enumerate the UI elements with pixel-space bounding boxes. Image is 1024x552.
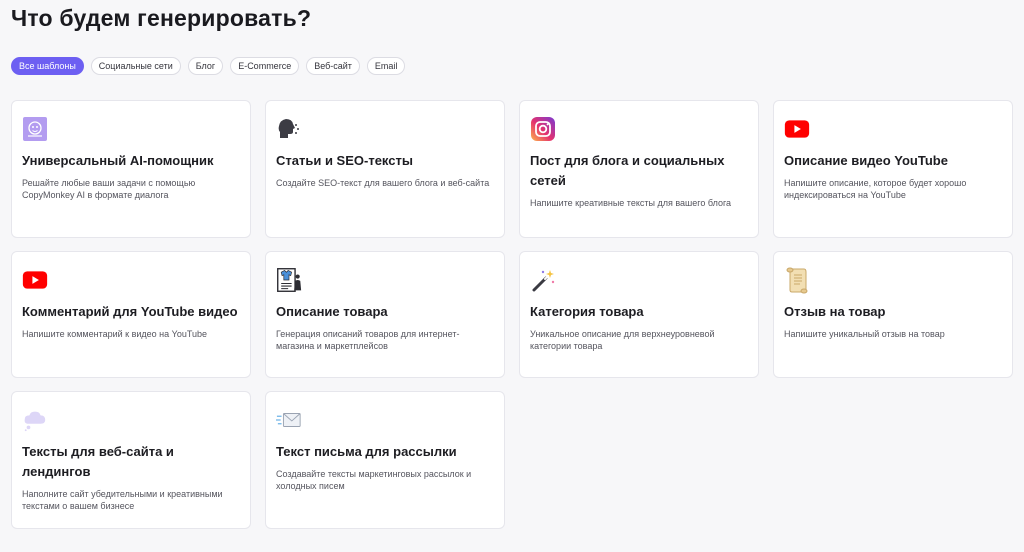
filter-all-templates[interactable]: Все шаблоны — [11, 57, 84, 75]
page-title: Что будем генерировать? — [11, 5, 312, 31]
ai-assistant-icon — [22, 116, 48, 142]
filter-ecommerce[interactable]: E-Commerce — [230, 57, 300, 75]
card-description: Генерация описаний товаров для интернет-… — [276, 329, 460, 351]
card-title: Текст письма для рассылки — [276, 444, 457, 459]
card-title: Универсальный AI-помощник — [22, 153, 214, 168]
filter-tabs: Все шаблоны Социальные сети Блог E-Comme… — [11, 57, 406, 75]
card-title: Отзыв на товар — [784, 304, 886, 319]
card-title: Категория товара — [530, 304, 644, 319]
card-title: Комментарий для YouTube видео — [22, 304, 238, 319]
template-card-youtube-comment[interactable]: Комментарий для YouTube видео Напишите к… — [11, 251, 251, 378]
card-description: Напишите комментарий к видео на YouTube — [22, 329, 208, 339]
card-description: Решайте любые ваши задачи с помощью Copy… — [22, 178, 196, 200]
card-title: Описание товара — [276, 304, 388, 319]
product-sheet-icon — [276, 267, 302, 293]
template-card-youtube-description[interactable]: Описание видео YouTube Напишите описание… — [773, 100, 1013, 238]
card-title: Пост для блога и социальных сетей — [530, 153, 725, 188]
filter-social-networks[interactable]: Социальные сети — [90, 57, 181, 75]
card-description: Уникальное описание для верхнеуровневой … — [530, 329, 715, 351]
card-description: Создавайте тексты маркетинговых рассылок… — [276, 469, 472, 491]
youtube-icon — [22, 267, 48, 293]
card-title: Тексты для веб-сайта и лендингов — [22, 444, 174, 479]
card-description: Напишите описание, которое будет хорошо … — [784, 178, 967, 200]
template-card-product-review[interactable]: Отзыв на товар Напишите уникальный отзыв… — [773, 251, 1013, 378]
scroll-icon — [784, 267, 810, 294]
card-description: Создайте SEO-текст для вашего блога и ве… — [276, 178, 490, 188]
youtube-icon — [784, 116, 810, 142]
filter-email[interactable]: Email — [366, 57, 406, 75]
template-card-product-description[interactable]: Описание товара Генерация описаний товар… — [265, 251, 505, 378]
template-card-website-landing[interactable]: Тексты для веб-сайта и лендингов Наполни… — [11, 391, 251, 529]
card-title: Статьи и SEO-тексты — [276, 153, 413, 168]
card-description: Наполните сайт убедительными и креативны… — [22, 489, 223, 511]
card-description: Напишите уникальный отзыв на товар — [784, 329, 945, 339]
filter-blog[interactable]: Блог — [187, 57, 224, 75]
instagram-icon — [530, 116, 556, 142]
template-card-ai-assistant[interactable]: Универсальный AI-помощник Решайте любые … — [11, 100, 251, 238]
thought-cloud-icon — [22, 407, 48, 433]
speaking-head-icon — [276, 116, 302, 142]
template-card-newsletter-email[interactable]: Текст письма для рассылки Создавайте тек… — [265, 391, 505, 529]
template-card-seo-articles[interactable]: Статьи и SEO-тексты Создайте SEO-текст д… — [265, 100, 505, 238]
card-description: Напишите креативные тексты для вашего бл… — [530, 198, 732, 208]
template-card-blog-social-post[interactable]: Пост для блога и социальных сетей Напиши… — [519, 100, 759, 238]
template-card-product-category[interactable]: Категория товара Уникальное описание для… — [519, 251, 759, 378]
card-title: Описание видео YouTube — [784, 153, 948, 168]
magic-wand-icon — [530, 267, 556, 293]
envelope-icon — [276, 407, 302, 433]
filter-website[interactable]: Веб-сайт — [306, 57, 360, 75]
